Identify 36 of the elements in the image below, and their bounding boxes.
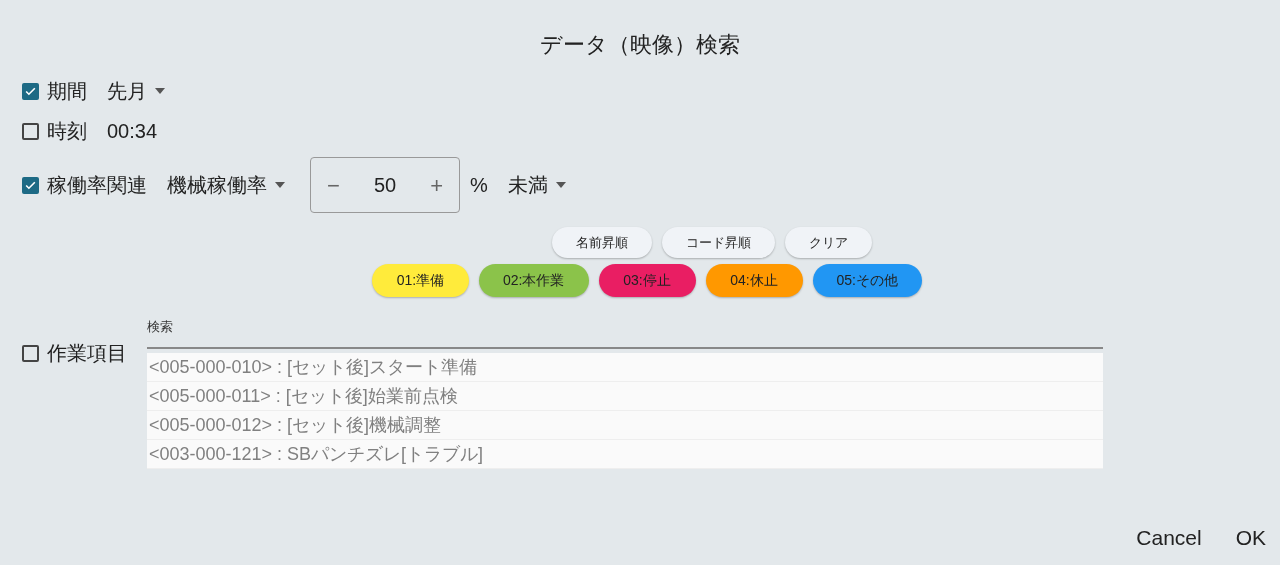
rate-label: 稼働率関連 [47, 173, 147, 198]
unit-label: % [470, 173, 488, 198]
search-field[interactable]: 検索 [147, 317, 1103, 349]
number-stepper[interactable]: − 50 + [310, 157, 460, 213]
caret-icon [155, 88, 165, 94]
decrement-button[interactable]: − [327, 168, 340, 202]
category-chip[interactable]: 05:その他 [812, 264, 922, 297]
dialog-title: データ（映像）検索 [540, 31, 740, 59]
sort-button[interactable]: 名前昇順 [552, 227, 652, 258]
work-item[interactable]: <003-000-121> : SBパンチズレ[トラブル] [147, 440, 1103, 469]
caret-icon [275, 182, 285, 188]
checkbox[interactable] [22, 82, 39, 100]
work-item[interactable]: <005-000-011> : [セット後]始業前点検 [147, 382, 1103, 411]
checkbox[interactable] [22, 176, 39, 194]
checkbox[interactable] [22, 122, 39, 140]
time-value[interactable]: 00:34 [107, 116, 158, 146]
work-items-label: 作業項目 [47, 341, 127, 366]
checkbox[interactable] [22, 344, 39, 362]
work-item[interactable]: <005-000-010> : [セット後]スタート準備 [147, 353, 1103, 382]
dialog-button[interactable]: OK [1235, 521, 1266, 553]
sort-button[interactable]: コード昇順 [662, 227, 775, 258]
category-chip[interactable]: 01:準備 [372, 264, 470, 297]
dialog-button[interactable]: Cancel [1136, 521, 1202, 553]
caret-icon [555, 182, 566, 188]
metric-dropdown[interactable]: 機械稼働率 [167, 170, 285, 200]
stepper-value: 50 [373, 173, 397, 198]
category-chip[interactable]: 03:停止 [598, 264, 696, 297]
period-dropdown[interactable]: 先月 [107, 76, 165, 106]
time-label: 時刻 [47, 119, 87, 144]
period-label: 期間 [47, 79, 87, 104]
condition-dropdown[interactable]: 未満 [507, 170, 566, 200]
work-item[interactable]: <005-000-012> : [セット後]機械調整 [147, 411, 1103, 440]
sort-button[interactable]: クリア [785, 227, 872, 258]
increment-button[interactable]: + [430, 168, 443, 202]
category-chip[interactable]: 04:休止 [705, 264, 803, 297]
category-chip[interactable]: 02:本作業 [479, 264, 589, 297]
